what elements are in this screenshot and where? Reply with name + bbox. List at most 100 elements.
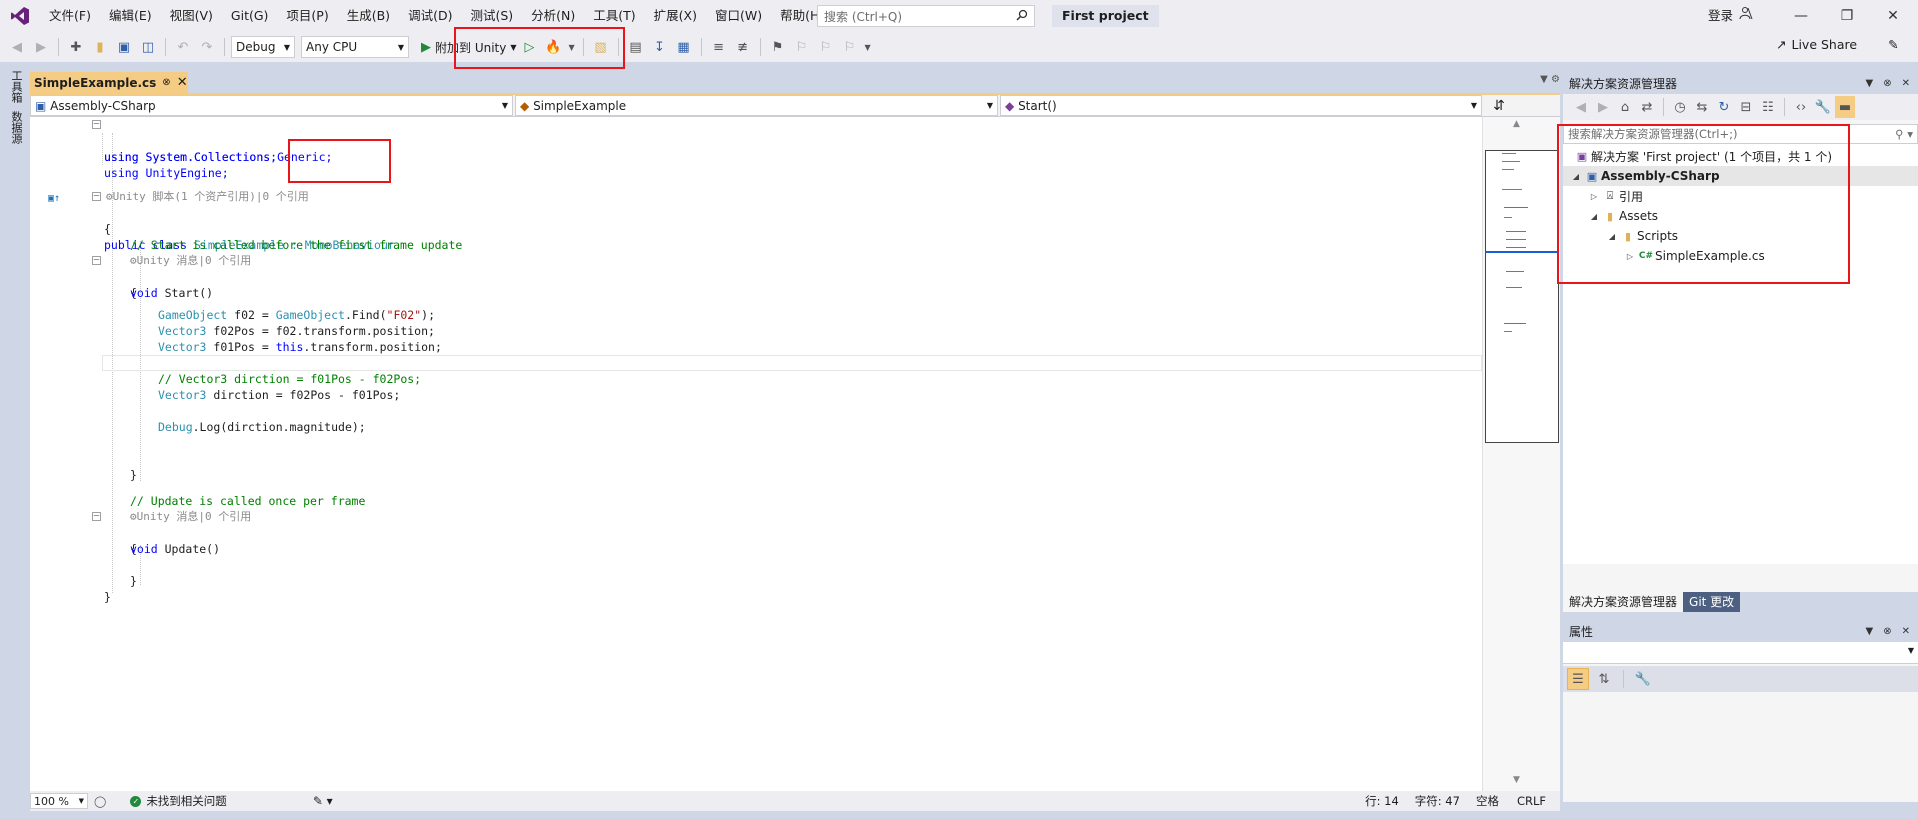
menu-debug[interactable]: 调试(D) (399, 0, 461, 32)
minimap-line (1504, 323, 1526, 324)
minimize-icon[interactable]: — (1778, 0, 1824, 32)
pin-icon[interactable]: ⊗ (1883, 78, 1891, 89)
show-all-files-icon[interactable]: ☷ (1758, 96, 1778, 118)
tab-solution-explorer[interactable]: 解决方案资源管理器 (1563, 592, 1684, 612)
restore-icon[interactable]: ❐ (1824, 0, 1870, 32)
open-folder-icon[interactable]: ▮ (89, 36, 111, 58)
alphabetical-icon[interactable]: ⇅ (1593, 668, 1615, 690)
close-icon[interactable]: ✕ (1870, 0, 1916, 32)
scroll-up-icon[interactable]: ▲ (1513, 119, 1520, 129)
view-code-icon[interactable]: ‹› (1791, 96, 1811, 118)
panel-menu-icon[interactable]: ▼ (1866, 626, 1874, 637)
comment-out-icon[interactable]: ≡ (708, 36, 730, 58)
project-select[interactable]: ▣ Assembly-CSharp ▼ (30, 95, 513, 116)
fold-collapse-icon[interactable]: – (92, 120, 101, 129)
feedback-icon[interactable]: ✎ (1888, 37, 1898, 52)
char-number[interactable]: 字符: 47 (1415, 793, 1460, 809)
class-select[interactable]: ◆ SimpleExample ▼ (515, 95, 998, 116)
close-tab-icon[interactable]: ✕ (177, 75, 188, 90)
line-ending[interactable]: CRLF (1517, 794, 1546, 808)
menu-window[interactable]: 窗口(W) (706, 0, 771, 32)
menu-git[interactable]: Git(G) (222, 0, 278, 32)
code-area[interactable]: – using System.Collections; using System… (30, 117, 1482, 792)
tab-git-changes[interactable]: Git 更改 (1683, 592, 1741, 612)
platform-select[interactable]: Any CPU ▼ (301, 36, 409, 58)
search-placeholder: 搜索 (Ctrl+Q) (824, 9, 903, 24)
copilot-icon[interactable]: ◯ (94, 795, 106, 808)
toolbar-overflow-icon[interactable]: ▼ (863, 36, 873, 58)
bookmark-next-icon[interactable]: ⚐ (815, 36, 837, 58)
toolbox-tab[interactable]: 工具箱 (8, 66, 24, 107)
categorized-icon[interactable]: ☰ (1567, 668, 1589, 690)
member-select[interactable]: ◆ Start() ▼ (1000, 95, 1482, 116)
uncomment-icon[interactable]: ≢ (732, 36, 754, 58)
login-area[interactable]: 登录 (1708, 0, 1753, 32)
back-icon[interactable]: ◀ (6, 36, 28, 58)
menu-edit[interactable]: 编辑(E) (100, 0, 161, 32)
fold-collapse-icon[interactable]: – (92, 256, 101, 265)
minimap-line (1506, 271, 1524, 272)
live-share-button[interactable]: ↗ Live Share ✎ (1776, 37, 1899, 52)
main-toolbar: ◀ ▶ ✚ ▮ ▣ ◫ ↶ ↷ Debug ▼ Any CPU ▼ ▶ 附加到 … (0, 32, 1918, 62)
preview-selected-icon[interactable]: ▬ (1835, 96, 1855, 118)
split-editor-icon[interactable]: ⇵ (1484, 95, 1514, 116)
account-icon[interactable] (1739, 0, 1753, 32)
collapse-all-icon[interactable]: ⊟ (1736, 96, 1756, 118)
close-icon[interactable]: ✕ (1902, 626, 1910, 637)
property-pages-icon[interactable]: 🔧 (1632, 668, 1654, 690)
fold-collapse-icon[interactable]: – (92, 192, 101, 201)
code-token: .Log(dirction.magnitude); (192, 420, 366, 434)
save-all-icon[interactable]: ◫ (137, 36, 159, 58)
zoom-select[interactable]: 100 % ▼ (30, 793, 88, 809)
toolbar-separator (224, 38, 225, 56)
code-line-brace: } (30, 557, 1482, 588)
forward-icon[interactable]: ▶ (30, 36, 52, 58)
layout-icon[interactable]: ▤ (625, 36, 647, 58)
close-icon[interactable]: ✕ (1902, 78, 1910, 89)
redo-icon[interactable]: ↷ (196, 36, 218, 58)
bookmark-clear-icon[interactable]: ⚐ (839, 36, 861, 58)
bookmark-prev-icon[interactable]: ⚐ (791, 36, 813, 58)
undo-icon[interactable]: ↶ (172, 36, 194, 58)
fold-collapse-icon[interactable]: – (92, 512, 101, 521)
code-line-comment-dirction: // Vector3 dirction = f01Pos - f02Pos; (30, 355, 1482, 386)
properties-wrench-icon[interactable]: 🔧 (1813, 96, 1833, 118)
properties-object-select[interactable]: ▼ (1563, 642, 1918, 664)
data-sources-tab[interactable]: 数据源 (8, 107, 24, 148)
project-name-badge: First project (1052, 5, 1159, 27)
configuration-select[interactable]: Debug ▼ (231, 36, 295, 58)
home-icon[interactable]: ⌂ (1615, 96, 1635, 118)
cleanup-icon[interactable]: ✎ ▾ (313, 794, 333, 808)
indent-mode[interactable]: 空格 (1476, 793, 1499, 809)
tab-simpleexample[interactable]: SimpleExample.cs ⊗ ✕ (30, 72, 188, 93)
issues-indicator[interactable]: ✓ 未找到相关问题 (130, 793, 227, 809)
pin-icon[interactable]: ⊗ (162, 77, 170, 88)
bookmark-icon[interactable]: ⚑ (767, 36, 789, 58)
share-icon: ↗ (1776, 37, 1787, 52)
line-number[interactable]: 行: 14 (1365, 793, 1399, 809)
menu-extensions[interactable]: 扩展(X) (645, 0, 706, 32)
minimap-scrollbar[interactable]: ▲ ▼ (1482, 117, 1560, 792)
switch-views-icon[interactable]: ⇄ (1637, 96, 1657, 118)
menu-view[interactable]: 视图(V) (161, 0, 222, 32)
diagram-icon[interactable]: ▦ (673, 36, 695, 58)
back-icon[interactable]: ◀ (1571, 96, 1591, 118)
save-icon[interactable]: ▣ (113, 36, 135, 58)
scroll-down-icon[interactable]: ▼ (1513, 775, 1520, 785)
menu-file[interactable]: 文件(F) (40, 0, 100, 32)
search-input[interactable]: 搜索 (Ctrl+Q) (817, 5, 1035, 27)
step-over-icon[interactable]: ↧ (649, 36, 671, 58)
tab-list-icon[interactable]: ▼ ⚙ (1540, 74, 1560, 85)
panel-menu-icon[interactable]: ▼ (1866, 78, 1874, 89)
new-project-icon[interactable]: ✚ (65, 36, 87, 58)
menu-build[interactable]: 生成(B) (338, 0, 399, 32)
minimap-viewport[interactable] (1485, 150, 1559, 443)
code-line-f01pos: Vector3 f01Pos = this.transform.position… (30, 323, 1482, 354)
forward-icon[interactable]: ▶ (1593, 96, 1613, 118)
pin-icon[interactable]: ⊗ (1883, 626, 1891, 637)
menu-project[interactable]: 项目(P) (277, 0, 337, 32)
refresh-icon[interactable]: ↻ (1714, 96, 1734, 118)
pending-changes-icon[interactable]: ◷ (1670, 96, 1690, 118)
login-link[interactable]: 登录 (1708, 0, 1733, 32)
sync-icon[interactable]: ⇆ (1692, 96, 1712, 118)
